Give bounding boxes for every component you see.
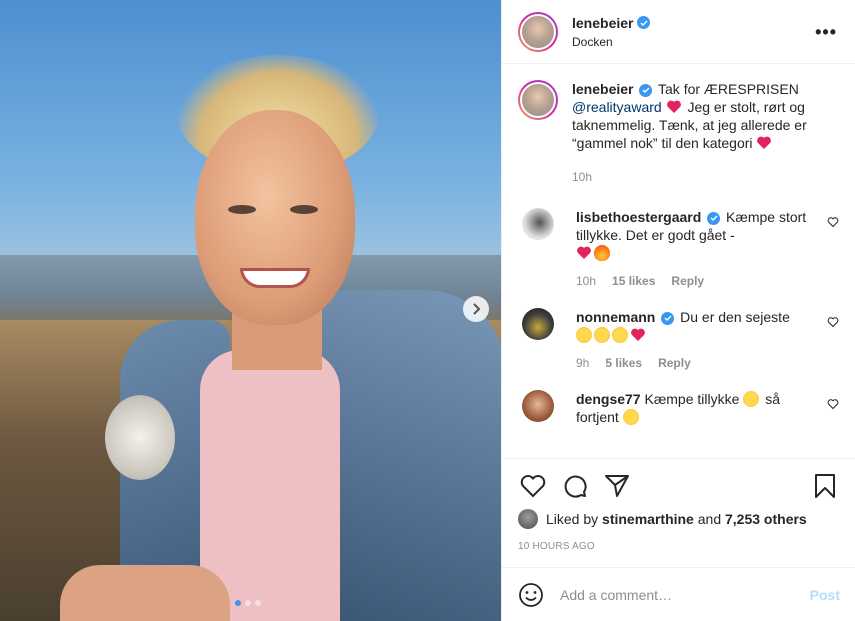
like-comment-heart-icon[interactable]	[827, 316, 839, 328]
caption-author-avatar[interactable]	[518, 80, 558, 120]
post-header: lenebeier Docken •••	[502, 0, 855, 64]
liked-by-middle: and	[697, 511, 722, 527]
fire-emoji-icon	[594, 245, 610, 261]
carousel-dot-2	[245, 600, 251, 606]
comment-item: dengse77 Kæmpe tillykke så fortjent	[518, 390, 839, 426]
verified-badge-icon	[639, 83, 653, 97]
photo-smile	[240, 268, 310, 288]
comment-text: Kæmpe tillykke	[644, 391, 740, 407]
photo-eye-left	[228, 205, 256, 214]
post-actions: Liked by stinemarthine and 7,253 others …	[502, 458, 855, 552]
verified-badge-icon	[637, 16, 651, 29]
caption-mention-link[interactable]: @realityaward	[572, 99, 662, 115]
comment-text: Du er den sejeste	[680, 309, 790, 325]
add-comment-bar: Post	[502, 567, 855, 621]
paper-plane-icon	[605, 475, 629, 497]
red-heart-emoji-icon	[631, 328, 645, 341]
liked-by-others[interactable]: 7,253 others	[725, 511, 807, 527]
post-location[interactable]: Docken	[572, 35, 650, 49]
comment-likes-count[interactable]: 5 likes	[605, 354, 642, 372]
commenter-avatar[interactable]	[522, 208, 554, 240]
like-comment-heart-icon[interactable]	[827, 398, 839, 410]
liker-avatar[interactable]	[518, 509, 538, 529]
commenter-avatar[interactable]	[522, 308, 554, 340]
post-caption: lenebeier Tak for ÆRESPRISEN @realityawa…	[518, 80, 839, 186]
photo-hand	[60, 565, 230, 621]
comment-likes-count[interactable]: 15 likes	[612, 272, 655, 290]
carousel-dot-3	[255, 600, 261, 606]
verified-badge-icon	[661, 311, 675, 325]
like-comment-heart-icon[interactable]	[827, 216, 839, 228]
more-options-icon[interactable]: •••	[815, 22, 837, 43]
star-struck-emoji-icon	[576, 327, 592, 343]
heart-icon	[520, 475, 546, 498]
liked-by-prefix: Liked by	[546, 511, 599, 527]
red-heart-emoji-icon	[666, 100, 681, 113]
carousel-next-button[interactable]	[463, 296, 489, 322]
commenter-avatar[interactable]	[522, 390, 554, 422]
photo-trophy	[105, 395, 175, 480]
liked-by-user[interactable]: stinemarthine	[602, 511, 694, 527]
star-struck-emoji-icon	[594, 327, 610, 343]
photo-eye-right	[290, 205, 318, 214]
star-struck-emoji-icon	[743, 391, 760, 407]
caption-text-intro: Tak for ÆRESPRISEN	[658, 81, 799, 97]
star-struck-emoji-icon	[612, 327, 628, 343]
author-avatar[interactable]	[518, 11, 558, 52]
carousel-indicator	[235, 600, 261, 606]
post-timestamp[interactable]: 10 HOURS AGO	[518, 541, 840, 552]
bookmark-icon	[815, 474, 835, 498]
post-comment-button[interactable]: Post	[810, 587, 840, 603]
caption-time[interactable]: 10h	[572, 168, 592, 186]
caption-username[interactable]: lenebeier	[572, 81, 633, 97]
comment-item: lisbethoestergaard Kæmpe stort tillykke.…	[518, 208, 839, 290]
share-button[interactable]	[602, 471, 632, 501]
comment-username[interactable]: lisbethoestergaard	[576, 209, 701, 225]
comment-username[interactable]: nonnemann	[576, 309, 655, 325]
emoji-picker-icon[interactable]	[518, 582, 544, 608]
liked-by-summary: Liked by stinemarthine and 7,253 others	[518, 509, 840, 529]
like-button[interactable]	[518, 471, 548, 501]
post-details-panel: lenebeier Docken ••• lenebeier Tak for Æ…	[501, 0, 855, 621]
verified-badge-icon	[707, 211, 721, 225]
red-heart-emoji-icon	[577, 246, 591, 259]
comment-time[interactable]: 10h	[576, 272, 596, 290]
comment-item: nonnemann Du er den sejeste 9h 5 likes R…	[518, 308, 839, 372]
chevron-right-icon	[473, 303, 481, 315]
comment-username[interactable]: dengse77	[576, 391, 641, 407]
reply-button[interactable]: Reply	[671, 272, 704, 290]
photo-face	[195, 110, 355, 325]
reply-button[interactable]: Reply	[658, 354, 691, 372]
star-struck-emoji-icon	[622, 409, 639, 425]
comment-time[interactable]: 9h	[576, 354, 589, 372]
author-username[interactable]: lenebeier	[572, 15, 633, 31]
comment-button[interactable]	[560, 471, 590, 501]
comments-list[interactable]: lenebeier Tak for ÆRESPRISEN @realityawa…	[502, 64, 855, 459]
red-heart-emoji-icon	[757, 136, 772, 149]
save-button[interactable]	[810, 471, 840, 501]
carousel-dot-1	[235, 600, 241, 606]
post-photo[interactable]	[0, 0, 501, 621]
comment-bubble-icon	[564, 475, 587, 498]
add-comment-input[interactable]	[560, 586, 810, 603]
